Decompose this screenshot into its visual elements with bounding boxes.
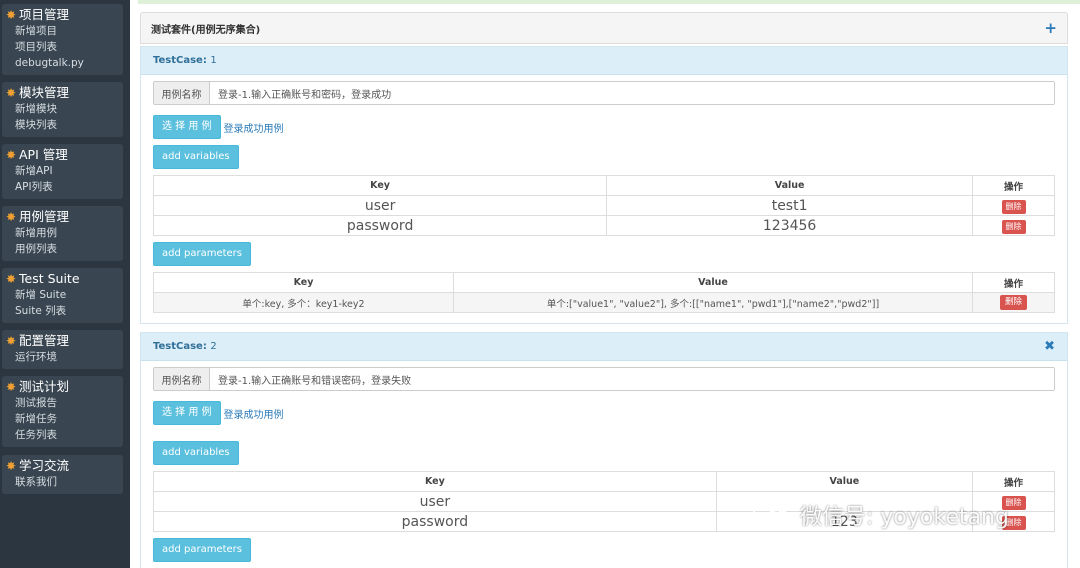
sidebar-item-env[interactable]: 运行环境 <box>2 349 123 365</box>
selected-case-link[interactable]: 登录成功用例 <box>224 406 284 421</box>
watermark: 微信号: yoyoketang <box>752 498 1009 532</box>
select-case-button[interactable]: 选 择 用 例 <box>153 401 221 425</box>
variable-key-cell[interactable]: user <box>153 491 717 512</box>
sidebar-group-plan: ✸ 测试计划 测试报告 新增任务 任务列表 <box>2 376 123 447</box>
sidebar-item-debugtalk[interactable]: debugtalk.py <box>2 55 123 71</box>
variable-key-cell[interactable]: password <box>152 215 608 236</box>
testcase-number: 1 <box>210 55 217 66</box>
testcase-label: TestCase: 2 <box>153 341 217 352</box>
watermark-text: 微信号: yoyoketang <box>800 505 1009 530</box>
close-icon[interactable]: ✖ <box>1044 339 1055 354</box>
delete-button[interactable]: 删除 <box>999 295 1027 310</box>
add-variables-button[interactable]: add variables <box>153 145 239 169</box>
sidebar-item-contact[interactable]: 联系我们 <box>2 474 123 490</box>
column-header-key: Key <box>153 471 717 492</box>
case-name-row: 用例名称 <box>153 367 1055 391</box>
sidebar-group-testcase: ✸ 用例管理 新增用例 用例列表 <box>2 206 123 261</box>
testcase-header: TestCase: 2 ✖ <box>141 333 1067 361</box>
suite-header: 测试套件(用例无序集合) + <box>140 12 1068 44</box>
testcase-label: TestCase: 1 <box>153 55 217 66</box>
testcase-header: TestCase: 1 <box>141 47 1067 75</box>
selected-case-link[interactable]: 登录成功用例 <box>224 120 284 135</box>
sidebar-group-title[interactable]: ✸ 配置管理 <box>2 333 123 349</box>
sidebar-group-title[interactable]: ✸ Test Suite <box>2 271 123 287</box>
variable-value-cell[interactable]: 123456 <box>606 215 973 236</box>
table-row: user test1 删除 <box>152 195 1055 216</box>
sidebar-group-module: ✸ 模块管理 新增模块 模块列表 <box>2 82 123 137</box>
sidebar-item-project-list[interactable]: 项目列表 <box>2 39 123 55</box>
column-header-op: 操作 <box>972 272 1055 293</box>
gear-icon: ✸ <box>5 380 17 394</box>
sidebar: ✸ 项目管理 新增项目 项目列表 debugtalk.py ✸ 模块管理 新增模块 … <box>0 0 130 568</box>
wechat-icon <box>752 498 791 530</box>
sidebar-item-report[interactable]: 测试报告 <box>2 395 123 411</box>
testcase-panel: TestCase: 2 ✖ 用例名称 选 择 用 例 登录成功用例 add va… <box>140 332 1068 568</box>
sidebar-item-suite-list[interactable]: Suite 列表 <box>2 303 123 319</box>
testcase-number: 2 <box>210 341 217 352</box>
sidebar-group-suite: ✸ Test Suite 新增 Suite Suite 列表 <box>2 268 123 323</box>
sidebar-group-learn: ✸ 学习交流 联系我们 <box>2 455 123 494</box>
gear-icon: ✸ <box>5 459 17 473</box>
delete-button[interactable]: 删除 <box>1001 200 1026 214</box>
sidebar-group-title[interactable]: ✸ 用例管理 <box>2 209 123 225</box>
delete-button[interactable]: 删除 <box>1001 220 1026 234</box>
sidebar-item-case-list[interactable]: 用例列表 <box>2 241 123 257</box>
case-name-label: 用例名称 <box>154 82 210 104</box>
sidebar-item-api-list[interactable]: API列表 <box>2 179 123 195</box>
case-name-row: 用例名称 <box>153 81 1055 105</box>
suite-title: 测试套件(用例无序集合) <box>151 24 261 36</box>
column-header-op: 操作 <box>972 175 1055 196</box>
sidebar-item-new-module[interactable]: 新增模块 <box>2 101 123 117</box>
gear-icon: ✸ <box>5 210 17 224</box>
variable-key-cell[interactable]: user <box>152 195 608 216</box>
case-name-label: 用例名称 <box>154 368 210 390</box>
top-accent-line <box>138 0 1080 4</box>
variable-value-cell[interactable]: test1 <box>606 195 973 216</box>
add-variables-button[interactable]: add variables <box>153 441 239 465</box>
sidebar-item-new-suite[interactable]: 新增 Suite <box>2 287 123 303</box>
column-header-value: Value <box>715 471 974 492</box>
sidebar-group-title[interactable]: ✸ 模块管理 <box>2 85 123 101</box>
sidebar-group-config: ✸ 配置管理 运行环境 <box>2 330 123 369</box>
gear-icon: ✸ <box>5 148 17 162</box>
column-header-value: Value <box>453 272 973 293</box>
column-header-key: Key <box>152 175 608 196</box>
case-name-input[interactable] <box>210 368 1054 390</box>
sidebar-group-project: ✸ 项目管理 新增项目 项目列表 debugtalk.py <box>2 4 123 75</box>
variable-key-cell[interactable]: password <box>153 511 717 532</box>
sidebar-group-title[interactable]: ✸ API 管理 <box>2 147 123 163</box>
gear-icon: ✸ <box>5 8 17 22</box>
gear-icon: ✸ <box>5 334 17 348</box>
sidebar-group-title[interactable]: ✸ 项目管理 <box>2 7 123 23</box>
column-header-op: 操作 <box>972 471 1055 492</box>
add-parameters-button[interactable]: add parameters <box>153 538 252 562</box>
sidebar-item-new-task[interactable]: 新增任务 <box>2 411 123 427</box>
suite-panel: 测试套件(用例无序集合) + TestCase: 1 用例名称 选 择 用 例 … <box>140 12 1068 568</box>
parameters-table: Key Value 操作 单个:key, 多个：key1-key2 单个:["v… <box>153 272 1055 313</box>
sidebar-group-title[interactable]: ✸ 测试计划 <box>2 379 123 395</box>
testcase-panel: TestCase: 1 用例名称 选 择 用 例 登录成功用例 add vari… <box>140 46 1068 324</box>
plus-icon[interactable]: + <box>1044 19 1057 37</box>
sidebar-item-new-case[interactable]: 新增用例 <box>2 225 123 241</box>
sidebar-item-task-list[interactable]: 任务列表 <box>2 427 123 443</box>
table-row: password 123456 删除 <box>152 215 1055 236</box>
sidebar-group-title[interactable]: ✸ 学习交流 <box>2 458 123 474</box>
gear-icon: ✸ <box>5 86 17 100</box>
select-case-button[interactable]: 选 择 用 例 <box>153 115 221 139</box>
parameter-value-cell[interactable]: 单个:["value1", "value2"], 多个:[["name1", "… <box>453 292 973 313</box>
sidebar-item-module-list[interactable]: 模块列表 <box>2 117 123 133</box>
sidebar-item-new-project[interactable]: 新增项目 <box>2 23 123 39</box>
column-header-value: Value <box>606 175 973 196</box>
gear-icon: ✸ <box>5 272 17 286</box>
case-name-input[interactable] <box>210 82 1054 104</box>
sidebar-item-new-api[interactable]: 新增API <box>2 163 123 179</box>
parameter-key-cell[interactable]: 单个:key, 多个：key1-key2 <box>153 292 454 313</box>
variables-table: Key Value 操作 user test1 删除 password 1234… <box>152 175 1055 236</box>
add-parameters-button[interactable]: add parameters <box>153 242 252 266</box>
table-row: 单个:key, 多个：key1-key2 单个:["value1", "valu… <box>153 292 1055 313</box>
column-header-key: Key <box>153 272 454 293</box>
sidebar-group-api: ✸ API 管理 新增API API列表 <box>2 144 123 199</box>
